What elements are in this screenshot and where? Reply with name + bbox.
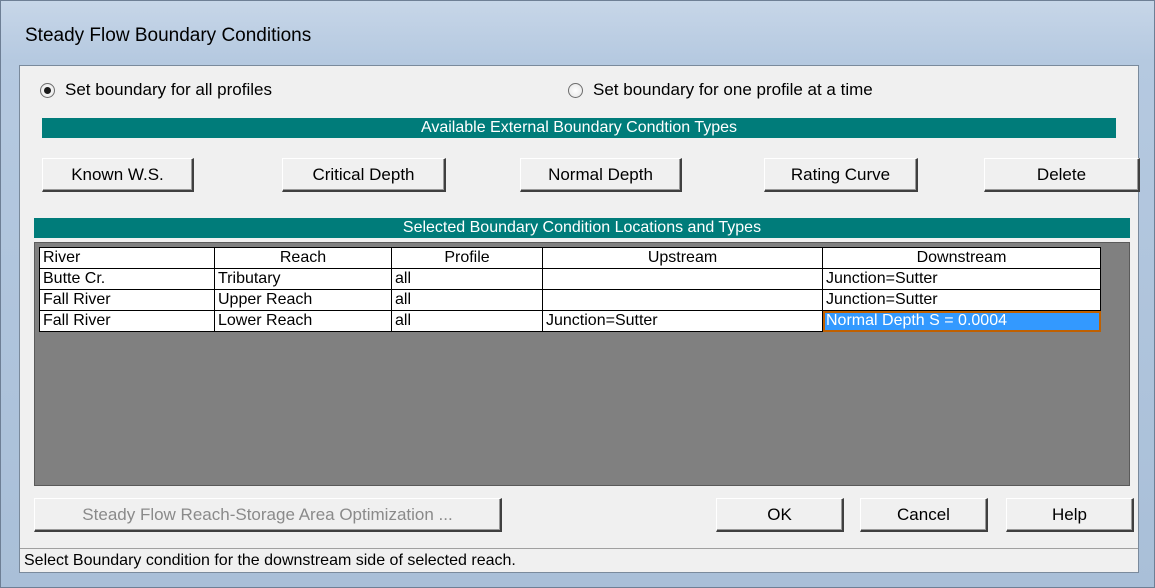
types-header-bar: Available External Boundary Condtion Typ… xyxy=(42,118,1116,138)
table-cell[interactable] xyxy=(542,268,823,290)
table-cell[interactable]: all xyxy=(391,310,543,332)
table-cell[interactable]: Junction=Sutter xyxy=(542,310,823,332)
radio-one-profile-label: Set boundary for one profile at a time xyxy=(593,80,873,99)
column-header-profile[interactable]: Profile xyxy=(391,247,543,269)
critical-depth-button[interactable]: Critical Depth xyxy=(282,158,446,192)
table-row: Fall River Lower Reach all Junction=Sutt… xyxy=(39,310,1101,332)
table-cell[interactable]: Fall River xyxy=(39,289,215,311)
radio-checked-icon[interactable] xyxy=(40,82,55,98)
column-header-upstream[interactable]: Upstream xyxy=(542,247,823,269)
table-cell[interactable] xyxy=(542,289,823,311)
dialog-window: Steady Flow Boundary Conditions Set boun… xyxy=(0,0,1155,588)
window-title: Steady Flow Boundary Conditions xyxy=(25,25,312,46)
table-cell[interactable]: Junction=Sutter xyxy=(822,268,1101,290)
table-cell[interactable]: Butte Cr. xyxy=(39,268,215,290)
table-cell[interactable]: Junction=Sutter xyxy=(822,289,1101,311)
table-row: Fall River Upper Reach all Junction=Sutt… xyxy=(39,289,1101,311)
table-header-row: River Reach Profile Upstream Downstream xyxy=(39,247,1101,269)
selected-table-cell[interactable]: Normal Depth S = 0.0004 xyxy=(822,310,1101,332)
radio-all-profiles-label: Set boundary for all profiles xyxy=(65,80,272,99)
table-cell[interactable]: all xyxy=(391,268,543,290)
table-cell[interactable]: Fall River xyxy=(39,310,215,332)
delete-button[interactable]: Delete xyxy=(984,158,1140,192)
radio-unchecked-icon[interactable] xyxy=(568,82,583,98)
radio-all-profiles[interactable]: Set boundary for all profiles xyxy=(40,78,272,102)
boundary-table: River Reach Profile Upstream Downstream … xyxy=(39,247,1101,332)
column-header-river[interactable]: River xyxy=(39,247,215,269)
table-row: Butte Cr. Tributary all Junction=Sutter xyxy=(39,268,1101,290)
cancel-button[interactable]: Cancel xyxy=(860,498,988,532)
title-bar[interactable]: Steady Flow Boundary Conditions xyxy=(1,1,1155,57)
table-cell[interactable]: Upper Reach xyxy=(214,289,392,311)
boundary-grid-container[interactable]: River Reach Profile Upstream Downstream … xyxy=(34,242,1130,486)
status-bar: Select Boundary condition for the downst… xyxy=(20,548,1138,572)
rating-curve-button[interactable]: Rating Curve xyxy=(764,158,918,192)
locations-header-bar: Selected Boundary Condition Locations an… xyxy=(34,218,1130,238)
reach-storage-optimization-button[interactable]: Steady Flow Reach-Storage Area Optimizat… xyxy=(34,498,502,532)
table-cell[interactable]: Lower Reach xyxy=(214,310,392,332)
column-header-downstream[interactable]: Downstream xyxy=(822,247,1101,269)
dialog-client-area: Set boundary for all profiles Set bounda… xyxy=(19,65,1140,573)
normal-depth-button[interactable]: Normal Depth xyxy=(520,158,682,192)
radio-one-profile[interactable]: Set boundary for one profile at a time xyxy=(568,78,873,102)
table-cell[interactable]: all xyxy=(391,289,543,311)
known-ws-button[interactable]: Known W.S. xyxy=(42,158,194,192)
help-button[interactable]: Help xyxy=(1006,498,1134,532)
column-header-reach[interactable]: Reach xyxy=(214,247,392,269)
table-cell[interactable]: Tributary xyxy=(214,268,392,290)
ok-button[interactable]: OK xyxy=(716,498,844,532)
